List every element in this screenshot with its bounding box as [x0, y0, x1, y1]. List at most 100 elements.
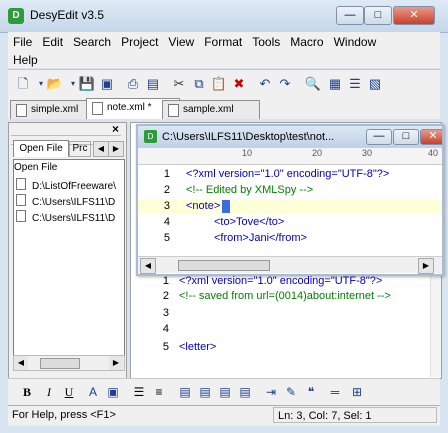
code-line: <?xml version="1.0" encoding="UTF-8"?> — [186, 168, 390, 180]
ruler-mark: 10 — [242, 148, 253, 158]
align-left-icon[interactable]: ▤ — [176, 383, 194, 401]
menu-format[interactable]: Format — [199, 33, 247, 51]
line-number: 5 — [163, 232, 170, 244]
undo-icon[interactable]: ↶ — [256, 75, 274, 93]
scroll-thumb[interactable] — [40, 358, 80, 369]
file-path: C:\Users\ILFS11\D — [32, 197, 116, 208]
tab-open-file[interactable]: Open File — [13, 140, 69, 157]
tab-label: sample.xml — [183, 104, 234, 115]
list-item[interactable]: D:\ListOfFreeware\ — [16, 178, 116, 192]
format-toolbar: B I U A ▣ ☰ ≡ ▤ ▤ ▤ ▤ ⇥ ✎ ❝ ═ ⊞ — [8, 378, 440, 405]
menu-macro[interactable]: Macro — [285, 33, 328, 51]
quote-icon[interactable]: ❝ — [302, 383, 320, 401]
indent-icon[interactable]: ⇥ — [262, 383, 280, 401]
line-number: 1 — [163, 168, 170, 180]
paste-icon[interactable]: 📋 — [210, 75, 228, 93]
bullet-list-icon[interactable]: ☰ — [130, 383, 148, 401]
print-preview-icon[interactable]: ▤ — [144, 75, 162, 93]
panel-horizontal-scrollbar[interactable]: ◀ ▶ — [13, 355, 125, 371]
underline-icon[interactable]: U — [60, 383, 78, 401]
child-window-title: C:\Users\ILFS11\Desktop\test\not... — [162, 131, 335, 143]
code-line: <!-- saved from url=(0014)about:internet… — [179, 290, 391, 302]
ruler-mark: 30 — [362, 148, 373, 158]
color-icon[interactable]: ▣ — [104, 383, 122, 401]
child-maximize-button[interactable]: □ — [393, 129, 419, 145]
pen-icon[interactable]: ✎ — [282, 383, 300, 401]
scroll-right-icon[interactable]: ▶ — [418, 258, 434, 274]
document-icon — [168, 104, 179, 117]
open-folder-icon[interactable]: 📂 — [46, 75, 64, 93]
menu-file[interactable]: File — [8, 33, 37, 51]
code-line: <note> — [186, 200, 221, 212]
redo-icon[interactable]: ↷ — [276, 75, 294, 93]
code-line: <letter> — [179, 341, 217, 353]
menu-search[interactable]: Search — [68, 33, 116, 51]
tab-label: simple.xml — [31, 104, 79, 115]
text-selection — [222, 200, 230, 213]
menu-view[interactable]: View — [163, 33, 199, 51]
find-icon[interactable]: 🔍 — [304, 75, 322, 93]
ruler: 10 20 30 40 — [138, 148, 442, 165]
code-line: <?xml version="1.0" encoding="UTF-8"?> — [179, 275, 383, 287]
font-icon[interactable]: A — [84, 383, 102, 401]
child-title-bar: D C:\Users\ILFS11\Desktop\test\not... — … — [138, 126, 442, 148]
editor-vertical-scrollbar[interactable] — [430, 275, 441, 377]
project-icon[interactable]: ▦ — [326, 75, 344, 93]
save-icon[interactable]: 💾 — [78, 75, 96, 93]
scroll-left-icon[interactable]: ◀ — [14, 356, 28, 370]
save-all-icon[interactable]: ▣ — [98, 75, 116, 93]
table-icon[interactable]: ⊞ — [348, 383, 366, 401]
document-icon — [92, 102, 103, 115]
new-file-icon[interactable]: 🗋 — [14, 75, 32, 93]
document-icon — [16, 178, 26, 190]
list-item[interactable]: C:\Users\ILFS11\D — [16, 194, 115, 208]
menu-tools[interactable]: Tools — [247, 33, 285, 51]
menu-window[interactable]: Window — [329, 33, 382, 51]
numbered-list-icon[interactable]: ≡ — [150, 383, 168, 401]
minimize-button[interactable]: — — [336, 6, 364, 25]
ruler-mark: 20 — [312, 148, 323, 158]
maximize-button[interactable]: □ — [364, 6, 392, 25]
list-item[interactable]: C:\Users\ILFS11\D — [16, 210, 115, 224]
child-minimize-button[interactable]: — — [366, 129, 392, 145]
horizontal-rule-icon[interactable]: ═ — [326, 383, 344, 401]
title-bar: D DesyEdit v3.5 — □ ✕ — [0, 0, 448, 33]
toolbar: 🗋 ▾ 📂 ▾ 💾 ▣ ⎙ ▤ ✂ ⧉ 📋 ✖ ↶ ↷ 🔍 ▦ ☰ ▧ — [8, 69, 440, 99]
scroll-right-icon[interactable]: ▶ — [109, 356, 123, 370]
cut-icon[interactable]: ✂ — [170, 75, 188, 93]
print-icon[interactable]: ⎙ — [124, 75, 142, 93]
justify-icon[interactable]: ▤ — [236, 383, 254, 401]
close-button[interactable]: ✕ — [393, 6, 435, 25]
line-number: 3 — [162, 307, 169, 319]
align-center-icon[interactable]: ▤ — [196, 383, 214, 401]
file-path: C:\Users\ILFS11\D — [32, 213, 116, 224]
line-number: 4 — [163, 216, 170, 228]
copy-icon[interactable]: ⧉ — [190, 75, 208, 93]
tab-scroll-right-icon[interactable]: ▶ — [108, 141, 124, 157]
align-right-icon[interactable]: ▤ — [216, 383, 234, 401]
status-help-text: For Help, press <F1> — [12, 409, 116, 421]
tab-sample[interactable]: sample.xml — [162, 100, 260, 119]
app-icon: D — [144, 130, 157, 143]
child-horizontal-scrollbar[interactable]: ◀ ▶ — [138, 256, 442, 274]
list-icon[interactable]: ☰ — [346, 75, 364, 93]
panel-close-icon[interactable]: × — [112, 122, 119, 136]
scroll-left-icon[interactable]: ◀ — [140, 258, 156, 274]
status-bar: For Help, press <F1> Ln: 3, Col: 7, Sel:… — [8, 405, 440, 426]
menu-project[interactable]: Project — [116, 33, 163, 51]
menu-edit[interactable]: Edit — [37, 33, 68, 51]
tab-project[interactable]: Prc — [69, 141, 91, 157]
list-header: Open File — [14, 162, 58, 173]
document-icon — [16, 210, 26, 222]
child-close-button[interactable]: ✕ — [420, 129, 442, 145]
menu-help[interactable]: Help — [8, 51, 43, 69]
line-number: 3 — [163, 200, 170, 212]
delete-icon[interactable]: ✖ — [230, 75, 248, 93]
tab-scroll-left-icon[interactable]: ◀ — [93, 141, 109, 157]
italic-icon[interactable]: I — [40, 383, 58, 401]
bold-icon[interactable]: B — [18, 383, 36, 401]
line-number: 2 — [163, 184, 170, 196]
scroll-thumb[interactable] — [178, 260, 270, 271]
document-tabs: simple.xml note.xml * sample.xml — [8, 97, 440, 119]
panel-icon[interactable]: ▧ — [366, 75, 384, 93]
